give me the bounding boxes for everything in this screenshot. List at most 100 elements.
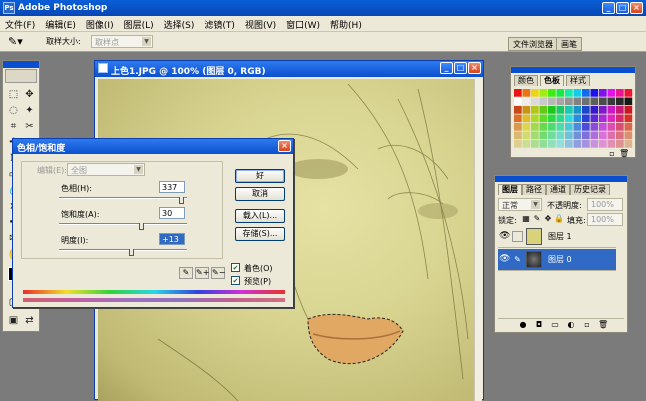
edit-select[interactable]: 全图 ▼ (67, 163, 145, 176)
save-button[interactable]: 存储(S)... (235, 227, 285, 241)
swatch-cell[interactable] (556, 140, 565, 148)
swatch-cell[interactable] (573, 114, 582, 123)
swatch-cell[interactable] (522, 123, 531, 131)
swatch-cell[interactable] (539, 97, 548, 106)
swatch-cell[interactable] (607, 106, 616, 114)
swatch-cell[interactable] (599, 97, 607, 106)
slice-tool-icon[interactable]: ✂ (22, 119, 37, 134)
lock-transparency-icon[interactable]: ▦ (521, 214, 531, 224)
load-button[interactable]: 载入(L)... (235, 209, 285, 223)
sample-size-select[interactable]: 取样点 ▼ (91, 35, 153, 48)
swatch-cell[interactable] (590, 123, 599, 131)
swatch-cell[interactable] (531, 131, 539, 140)
swatch-cell[interactable] (616, 131, 624, 140)
swatch-cell[interactable] (573, 123, 582, 131)
ok-button[interactable]: 好 (235, 169, 285, 183)
saturation-slider-thumb[interactable] (139, 223, 145, 230)
swatch-cell[interactable] (590, 97, 599, 106)
swatch-cell[interactable] (522, 140, 531, 148)
dock-tab-file-browser[interactable]: 文件浏览器 (508, 37, 558, 51)
swatch-cell[interactable] (590, 89, 599, 97)
new-swatch-icon[interactable]: ▫ (607, 149, 617, 159)
swatch-cell[interactable] (548, 140, 556, 148)
swatch-cell[interactable] (573, 140, 582, 148)
menu-window[interactable]: 窗口(W) (281, 16, 325, 31)
menu-filter[interactable]: 滤镜(T) (199, 16, 240, 31)
lasso-tool-icon[interactable]: ◌ (6, 103, 21, 118)
swatch-cell[interactable] (607, 140, 616, 148)
menu-help[interactable]: 帮助(H) (325, 16, 367, 31)
swatch-cell[interactable] (624, 106, 633, 114)
swatch-cell[interactable] (556, 89, 565, 97)
menu-image[interactable]: 图像(I) (81, 16, 119, 31)
swatch-cell[interactable] (607, 89, 616, 97)
lightness-slider-thumb[interactable] (128, 249, 134, 256)
swatch-cell[interactable] (522, 97, 531, 106)
hue-value-field[interactable]: 337 (159, 181, 185, 193)
swatch-grid[interactable] (514, 89, 634, 149)
swatch-cell[interactable] (599, 106, 607, 114)
swatch-cell[interactable] (514, 114, 522, 123)
jump-to-imageready-icon[interactable]: ⇄ (22, 313, 37, 328)
menu-select[interactable]: 选择(S) (159, 16, 200, 31)
swatch-cell[interactable] (590, 140, 599, 148)
menu-view[interactable]: 视图(V) (240, 16, 281, 31)
swatch-cell[interactable] (565, 97, 573, 106)
swatch-cell[interactable] (522, 114, 531, 123)
new-layer-icon[interactable]: ▫ (582, 320, 592, 330)
swatch-cell[interactable] (556, 97, 565, 106)
tab-layers[interactable]: 图层 (498, 184, 522, 195)
swatch-cell[interactable] (522, 106, 531, 114)
crop-tool-icon[interactable]: ⌗ (6, 119, 21, 134)
minimize-button[interactable]: _ (602, 2, 615, 14)
lock-all-icon[interactable]: 🔒 (554, 214, 564, 224)
opacity-field[interactable]: 100% (587, 198, 623, 211)
swatch-cell[interactable] (531, 114, 539, 123)
swatch-cell[interactable] (582, 97, 590, 106)
swatch-cell[interactable] (556, 106, 565, 114)
layer-style-icon[interactable]: ● (518, 320, 528, 330)
swatch-cell[interactable] (624, 131, 633, 140)
marquee-tool-icon[interactable]: ⬚ (6, 87, 21, 102)
swatch-cell[interactable] (531, 140, 539, 148)
swatch-cell[interactable] (582, 114, 590, 123)
swatch-cell[interactable] (514, 89, 522, 97)
tab-channels[interactable]: 通道 (546, 184, 570, 195)
menu-edit[interactable]: 编辑(E) (40, 16, 81, 31)
swatch-cell[interactable] (616, 97, 624, 106)
swatch-cell[interactable] (624, 89, 633, 97)
layer-mask-icon[interactable]: ◘ (534, 320, 544, 330)
swatch-cell[interactable] (616, 123, 624, 131)
swatch-cell[interactable] (514, 97, 522, 106)
blend-mode-select[interactable]: 正常 ▼ (498, 198, 542, 211)
document-vertical-scrollbar[interactable] (474, 79, 482, 401)
swatch-cell[interactable] (607, 114, 616, 123)
swatch-cell[interactable] (539, 106, 548, 114)
swatch-cell[interactable] (573, 89, 582, 97)
delete-swatch-icon[interactable]: 🗑 (619, 149, 629, 159)
magic-wand-tool-icon[interactable]: ✦ (22, 103, 37, 118)
swatch-cell[interactable] (565, 89, 573, 97)
tab-swatches[interactable]: 色板 (540, 75, 564, 86)
tab-paths[interactable]: 路径 (522, 184, 546, 195)
swatch-cell[interactable] (539, 131, 548, 140)
swatch-cell[interactable] (624, 114, 633, 123)
swatch-cell[interactable] (573, 131, 582, 140)
swatch-cell[interactable] (582, 140, 590, 148)
swatch-cell[interactable] (573, 97, 582, 106)
lightness-slider[interactable] (59, 249, 187, 256)
dock-tab-brushes[interactable]: 画笔 (556, 37, 582, 51)
adjustment-layer-icon[interactable]: ◐ (566, 320, 576, 330)
swatch-cell[interactable] (522, 89, 531, 97)
menu-file[interactable]: 文件(F) (0, 16, 40, 31)
swatch-cell[interactable] (582, 89, 590, 97)
toolbox-header[interactable] (3, 61, 39, 68)
swatch-cell[interactable] (599, 140, 607, 148)
delete-layer-icon[interactable]: 🗑 (598, 320, 608, 330)
swatches-panel-header[interactable] (511, 67, 635, 73)
close-button[interactable]: × (630, 2, 643, 14)
doc-close-button[interactable]: × (468, 62, 481, 74)
swatch-cell[interactable] (599, 123, 607, 131)
swatch-cell[interactable] (522, 131, 531, 140)
swatch-cell[interactable] (531, 123, 539, 131)
